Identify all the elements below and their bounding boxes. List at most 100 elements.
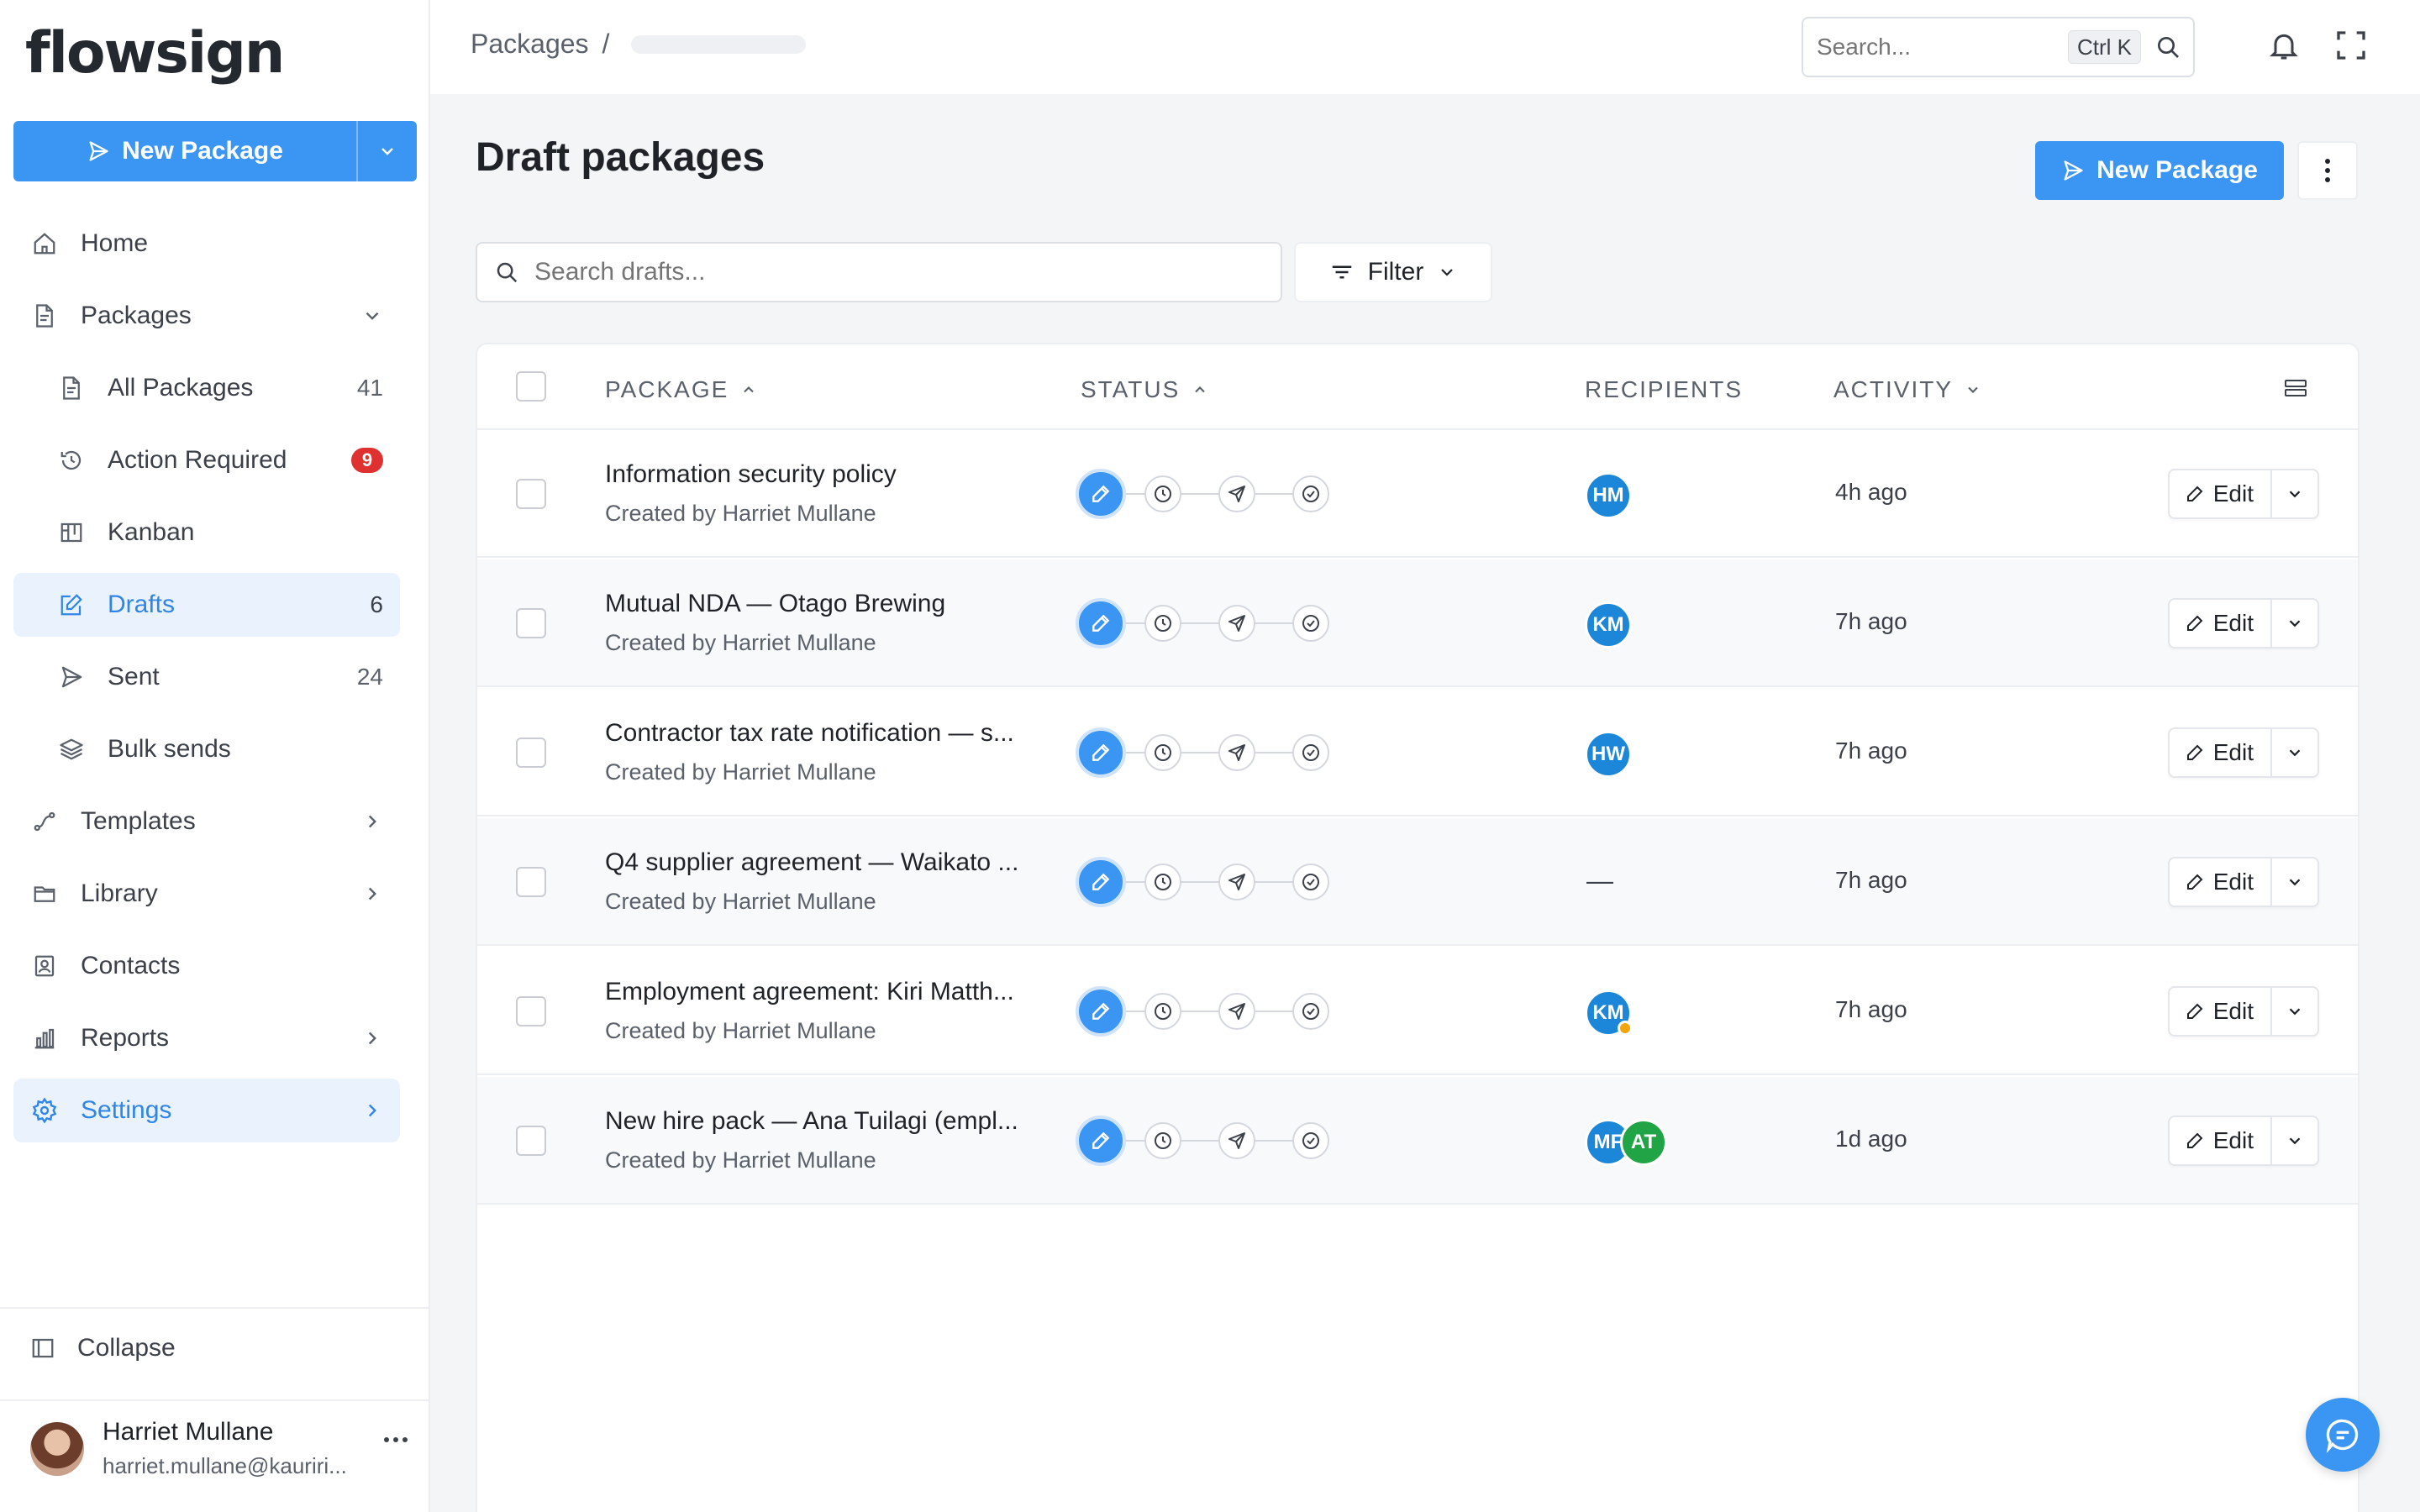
sidebar-item-label: Sent	[108, 663, 160, 690]
row-actions-dropdown[interactable]	[2272, 470, 2317, 517]
recipient-avatar[interactable]: AT	[1620, 1119, 1667, 1166]
new-package-label: New Package	[2096, 156, 2258, 184]
sidebar-item-count: 41	[356, 375, 383, 401]
chat-support-button[interactable]	[2306, 1398, 2380, 1472]
table-row[interactable]: New hire pack — Ana Tuilagi (empl... Crea…	[477, 1077, 2358, 1205]
row-actions-dropdown[interactable]	[2272, 988, 2317, 1035]
sidebar-item-settings[interactable]: Settings	[13, 1079, 400, 1142]
sidebar-new-package-label: New Package	[122, 137, 283, 165]
sidebar-item-contacts[interactable]: Contacts	[13, 934, 400, 998]
column-header-activity[interactable]: ACTIVITY	[1833, 376, 1981, 403]
sidebar-item-label: Library	[81, 879, 158, 907]
drafts-search-input[interactable]	[534, 258, 1257, 286]
status-stepper	[1076, 469, 1344, 519]
recipient-avatar[interactable]: HW	[1585, 731, 1632, 778]
sidebar-panel-icon	[30, 1336, 55, 1361]
sidebar-item-bulk-sends[interactable]: Bulk sends	[13, 717, 400, 781]
row-density-icon[interactable]	[2284, 378, 2307, 398]
new-package-dropdown-toggle[interactable]	[356, 121, 417, 181]
recipient-avatar[interactable]: KM	[1585, 990, 1633, 1037]
sidebar-item-all-packages[interactable]: All Packages 41	[13, 356, 400, 420]
chevron-right-icon	[361, 1100, 383, 1121]
row-checkbox[interactable]	[516, 608, 546, 638]
collapse-sidebar-button[interactable]: Collapse	[30, 1334, 176, 1362]
pencil-icon	[2185, 613, 2205, 633]
column-header-package[interactable]: PACKAGE	[605, 376, 757, 403]
clock-icon	[1144, 605, 1181, 642]
chevron-down-icon	[2286, 614, 2304, 633]
filter-button[interactable]: Filter	[1294, 242, 1492, 302]
sidebar-item-home[interactable]: Home	[13, 212, 400, 276]
edit-pencil-icon	[1076, 469, 1126, 519]
activity-time: 7h ago	[1835, 608, 1907, 634]
row-actions-dropdown[interactable]	[2272, 1117, 2317, 1164]
package-name[interactable]: Q4 supplier agreement — Waikato ...	[605, 848, 1018, 877]
select-all-checkbox[interactable]	[516, 371, 546, 402]
package-name[interactable]: Contractor tax rate notification — s...	[605, 719, 1014, 748]
route-icon	[30, 807, 59, 836]
sidebar-item-templates[interactable]: Templates	[13, 790, 400, 853]
send-icon	[1218, 734, 1255, 771]
recipient-avatar[interactable]: HM	[1585, 472, 1632, 519]
search-icon[interactable]	[2154, 34, 2181, 60]
user-profile[interactable]: Harriet Mullane harriet.mullane@kauriri.…	[30, 1418, 408, 1479]
app-logo[interactable]: flowsign	[25, 20, 285, 87]
row-actions-dropdown[interactable]	[2272, 600, 2317, 647]
recipients-avatars: KM	[1585, 601, 1632, 648]
table-row[interactable]: Contractor tax rate notification — s... C…	[477, 689, 2358, 816]
package-name[interactable]: Mutual NDA — Otago Brewing	[605, 590, 945, 618]
edit-button[interactable]: Edit	[2170, 858, 2272, 906]
breadcrumb-packages[interactable]: Packages	[471, 29, 589, 60]
sidebar-item-label: Kanban	[108, 518, 195, 546]
global-search-input[interactable]	[1817, 34, 2086, 60]
chevron-down-icon	[2286, 485, 2304, 503]
send-icon	[1218, 475, 1255, 512]
status-stepper	[1076, 986, 1344, 1037]
row-actions-dropdown[interactable]	[2272, 729, 2317, 776]
send-icon	[1218, 1122, 1255, 1159]
package-name[interactable]: New hire pack — Ana Tuilagi (empl...	[605, 1107, 1018, 1136]
table-row[interactable]: Q4 supplier agreement — Waikato ... Creat…	[477, 818, 2358, 946]
filter-label: Filter	[1367, 258, 1424, 286]
sidebar-new-package-button[interactable]: New Package	[13, 121, 356, 181]
row-checkbox[interactable]	[516, 1126, 546, 1156]
sidebar-item-packages[interactable]: Packages	[13, 284, 400, 348]
sidebar-item-drafts[interactable]: Drafts 6	[13, 573, 400, 637]
package-name[interactable]: Information security policy	[605, 460, 897, 489]
sidebar-item-label: Home	[81, 229, 149, 257]
edit-button[interactable]: Edit	[2170, 729, 2272, 776]
edit-button[interactable]: Edit	[2170, 988, 2272, 1035]
row-checkbox[interactable]	[516, 479, 546, 509]
row-actions-dropdown[interactable]	[2272, 858, 2317, 906]
package-creator: Created by Harriet Mullane	[605, 501, 876, 526]
bell-icon[interactable]	[2267, 29, 2301, 62]
row-checkbox[interactable]	[516, 996, 546, 1026]
sidebar-item-library[interactable]: Library	[13, 862, 400, 926]
sidebar-item-label: Settings	[81, 1096, 172, 1124]
edit-button[interactable]: Edit	[2170, 600, 2272, 647]
fullscreen-icon[interactable]	[2334, 29, 2368, 62]
breadcrumb-separator: /	[602, 29, 610, 59]
sidebar-item-action-required[interactable]: Action Required 9	[13, 428, 400, 492]
new-package-button[interactable]: New Package	[2035, 141, 2284, 200]
table-row[interactable]: Information security policy Created by Ha…	[477, 430, 2358, 558]
row-checkbox[interactable]	[516, 738, 546, 768]
row-checkbox[interactable]	[516, 867, 546, 897]
sidebar-item-kanban[interactable]: Kanban	[13, 501, 400, 564]
column-header-status[interactable]: STATUS	[1081, 376, 1208, 403]
table-row[interactable]: Employment agreement: Kiri Matth... Creat…	[477, 948, 2358, 1075]
history-icon	[57, 446, 86, 475]
table-row[interactable]: Mutual NDA — Otago Brewing Created by Har…	[477, 559, 2358, 687]
more-options-button[interactable]	[2297, 141, 2358, 200]
pencil-icon	[2185, 872, 2205, 892]
recipient-avatar[interactable]: KM	[1585, 601, 1632, 648]
edit-button[interactable]: Edit	[2170, 470, 2272, 517]
package-creator: Created by Harriet Mullane	[605, 759, 876, 785]
sidebar-item-reports[interactable]: Reports	[13, 1006, 400, 1070]
sidebar-item-sent[interactable]: Sent 24	[13, 645, 400, 709]
filter-icon	[1329, 260, 1355, 285]
edit-button[interactable]: Edit	[2170, 1117, 2272, 1164]
pencil-icon	[2185, 743, 2205, 763]
more-horizontal-icon[interactable]	[383, 1436, 408, 1443]
package-name[interactable]: Employment agreement: Kiri Matth...	[605, 978, 1014, 1006]
